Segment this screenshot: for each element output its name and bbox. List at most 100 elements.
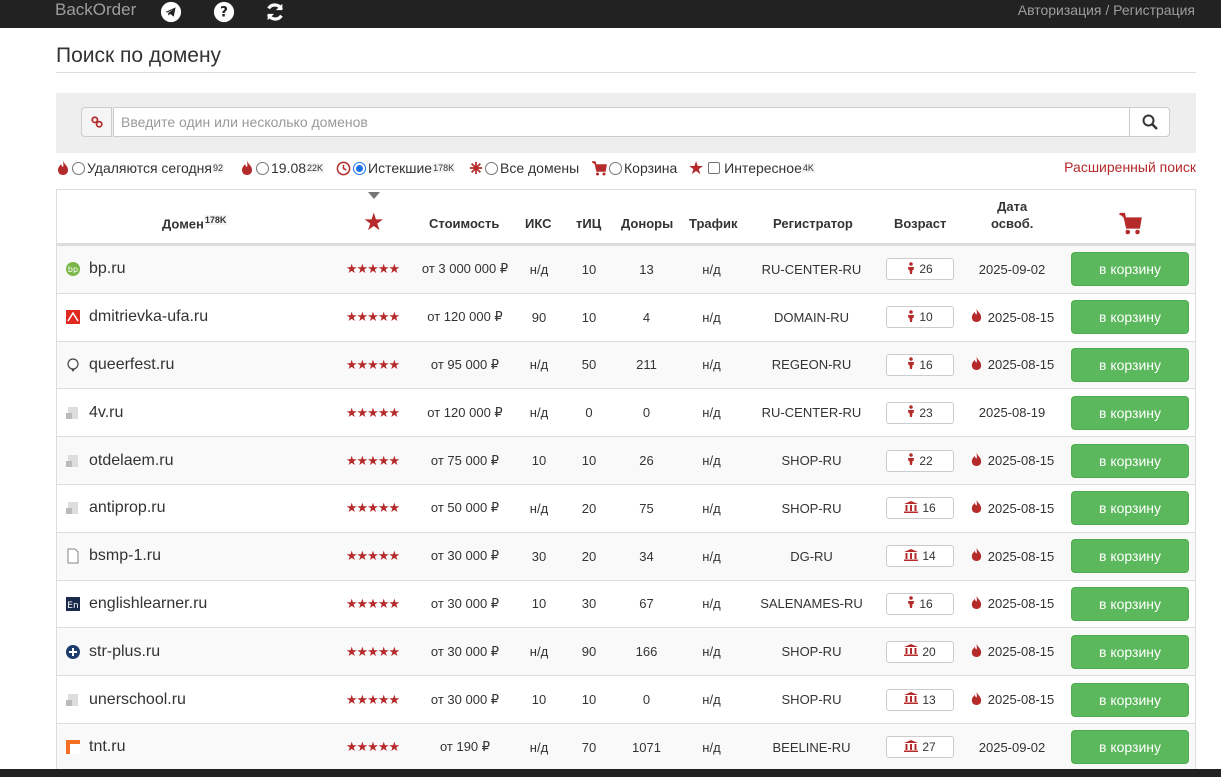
radio-deleting-today[interactable] <box>72 161 85 175</box>
domain-cell: tnt.ru <box>65 724 335 771</box>
registrar: SALENAMES-RU <box>760 596 863 612</box>
donors-value: 166 <box>635 644 658 660</box>
traffic-value: н/д <box>702 500 721 516</box>
tic-value: 10 <box>581 261 597 277</box>
bank-icon <box>904 739 922 755</box>
brand-logo[interactable]: BackOrder <box>55 0 136 20</box>
iks-value: 90 <box>531 309 547 325</box>
cart-cell: в корзину <box>1071 437 1189 484</box>
bottom-bar <box>0 769 1221 777</box>
person-icon <box>907 405 919 420</box>
header-price[interactable]: Стоимость <box>429 216 499 231</box>
domain-name[interactable]: bsmp-1.ru <box>89 547 161 565</box>
add-to-cart-button[interactable]: в корзину <box>1071 682 1189 717</box>
traffic-value: н/д <box>702 644 721 660</box>
add-to-cart-button[interactable]: в корзину <box>1071 586 1189 621</box>
filter-cart[interactable]: Корзина <box>591 156 677 180</box>
help-icon[interactable]: ? <box>213 1 235 23</box>
domain-name[interactable]: str-plus.ru <box>89 643 160 661</box>
domain-name[interactable]: queerfest.ru <box>89 356 174 374</box>
domain-name[interactable]: englishlearner.ru <box>89 595 207 613</box>
add-to-cart-button[interactable]: в корзину <box>1071 539 1189 574</box>
auth-link[interactable]: Авторизация / Регистрация <box>1018 2 1195 18</box>
person-icon <box>907 453 919 468</box>
add-to-cart-button[interactable]: в корзину <box>1071 347 1189 382</box>
site-favicon-icon <box>65 548 81 564</box>
domain-name[interactable]: antiprop.ru <box>89 499 166 517</box>
release-date: 2025-08-15 <box>962 628 1062 675</box>
filter-all-domains[interactable]: Все домены <box>469 156 579 180</box>
domain-name[interactable]: 4v.ru <box>89 404 123 422</box>
fire-icon <box>970 499 988 517</box>
radio-cart[interactable] <box>609 161 622 175</box>
age-badge: 26 <box>886 258 954 281</box>
filter-expiring[interactable]: Истекшие 178K <box>336 156 456 180</box>
registrar: RU-CENTER-RU <box>761 405 862 421</box>
add-to-cart-button[interactable]: в корзину <box>1071 443 1189 478</box>
person-icon <box>907 309 919 325</box>
price: от 3 000 000 ₽ <box>421 261 509 277</box>
filter-deleting-today[interactable]: Удаляются сегодня 92 <box>56 156 224 180</box>
header-traffic[interactable]: Трафик <box>689 216 738 231</box>
tic-value: 20 <box>581 500 597 516</box>
domain-name[interactable]: unerschool.ru <box>89 691 186 709</box>
registrar: DG-RU <box>790 548 833 564</box>
iks-value: н/д <box>529 261 549 277</box>
checkbox-interesting[interactable] <box>708 162 721 174</box>
table-row: queerfest.ru ★★★★★ от 95 000 ₽ н/д 50 211 н/д R… <box>57 340 1195 389</box>
domain-name[interactable]: dmitrievka-ufa.ru <box>89 308 208 326</box>
search-button[interactable] <box>1129 107 1170 137</box>
search-input[interactable] <box>113 107 1130 137</box>
table-header: Домен178K ★ Стоимость ИКС тИЦ Доноры Тра… <box>57 190 1195 245</box>
iks-value: 10 <box>531 596 547 612</box>
person-icon <box>907 262 919 277</box>
cart-header-icon <box>1119 212 1142 235</box>
add-to-cart-button[interactable]: в корзину <box>1071 730 1189 765</box>
radio-expiring[interactable] <box>353 161 366 175</box>
age-badge: 16 <box>886 592 954 615</box>
age-cell: 26 <box>886 246 954 293</box>
donors-value: 0 <box>642 405 651 421</box>
filter-count: 22K <box>306 163 325 173</box>
add-to-cart-button[interactable]: в корзину <box>1071 395 1189 430</box>
header-release-date[interactable]: Дата освоб. <box>991 198 1033 232</box>
advanced-search-link[interactable]: Расширенный поиск <box>1064 159 1196 175</box>
age-cell: 10 <box>886 294 954 341</box>
cart-cell: в корзину <box>1071 342 1189 389</box>
header-donors[interactable]: Доноры <box>621 216 673 231</box>
add-to-cart-button[interactable]: в корзину <box>1071 634 1189 669</box>
donors-value: 67 <box>639 596 654 612</box>
header-domain[interactable]: Домен178K <box>162 215 228 231</box>
filter-date[interactable]: 19.08 22K <box>240 156 325 180</box>
refresh-icon[interactable] <box>264 1 286 23</box>
radio-all-domains[interactable] <box>485 161 498 175</box>
header-iks[interactable]: ИКС <box>525 216 552 231</box>
rating-stars: ★★★★★ <box>345 548 400 564</box>
radio-date[interactable] <box>256 161 269 175</box>
person-icon <box>907 357 919 372</box>
registrar: REGEON-RU <box>771 357 852 373</box>
telegram-icon[interactable] <box>160 1 182 23</box>
rating-star-icon[interactable]: ★ <box>363 208 385 237</box>
site-favicon-icon <box>65 500 81 516</box>
donors-value: 0 <box>642 692 651 708</box>
age-badge: 16 <box>886 353 954 376</box>
registrar: SHOP-RU <box>781 453 842 469</box>
rating-stars: ★★★★★ <box>345 595 400 611</box>
link-icon <box>90 116 103 128</box>
header-registrar[interactable]: Регистратор <box>773 216 853 231</box>
filter-interesting[interactable]: ★ Интересное 4K <box>688 156 815 180</box>
domain-name[interactable]: tnt.ru <box>89 738 125 756</box>
add-to-cart-button[interactable]: в корзину <box>1071 491 1189 526</box>
filter-label: Все домены <box>500 160 580 176</box>
add-to-cart-button[interactable]: в корзину <box>1071 300 1189 335</box>
add-to-cart-button[interactable]: в корзину <box>1071 252 1189 287</box>
cart-icon <box>592 161 607 176</box>
header-age[interactable]: Возраст <box>894 216 946 231</box>
header-tic[interactable]: тИЦ <box>576 216 601 231</box>
domain-name[interactable]: bp.ru <box>89 260 125 278</box>
domain-name[interactable]: otdelaem.ru <box>89 452 174 470</box>
link-button[interactable] <box>81 107 112 137</box>
release-date: 2025-08-15 <box>962 437 1062 484</box>
bank-icon <box>904 644 922 659</box>
